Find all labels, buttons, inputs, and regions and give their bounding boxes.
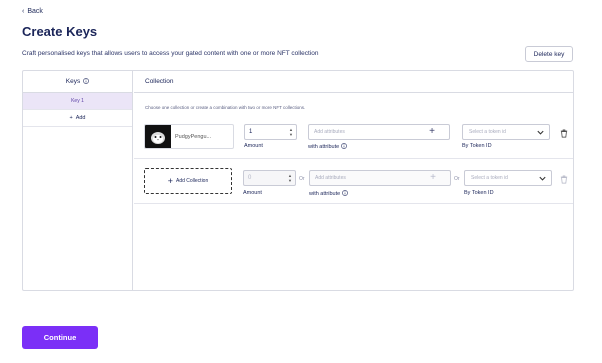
or-separator: Or (299, 176, 305, 182)
attributes-placeholder: Add attributes (314, 129, 345, 135)
amount-stepper[interactable]: ▲ ▼ (288, 173, 292, 183)
amount-stepper[interactable]: ▲ ▼ (289, 127, 293, 137)
attributes-input[interactable]: Add attributes + (309, 170, 451, 186)
or-separator: Or (454, 176, 460, 182)
token-id-select[interactable]: Select a token id (464, 170, 552, 186)
with-attribute-label: with attribute (308, 143, 348, 151)
key-item-1[interactable]: Key 1 (23, 93, 132, 110)
info-icon[interactable] (342, 190, 349, 198)
chevron-down-icon (538, 174, 547, 185)
page-subtitle: Craft personalised keys that allows user… (22, 50, 319, 57)
amount-input[interactable]: 0 ▲ ▼ (243, 170, 296, 186)
add-attribute-icon[interactable]: + (430, 172, 436, 184)
back-label: Back (27, 8, 43, 15)
keys-panel: Keys Key 1 + Add Collection Choose one c… (22, 70, 574, 291)
add-collection-button[interactable]: + Add Collection (144, 168, 232, 194)
with-attribute-text: with attribute (309, 191, 341, 197)
token-id-placeholder: Select a token id (469, 129, 506, 135)
info-icon[interactable] (83, 77, 90, 86)
delete-key-button[interactable]: Delete key (525, 46, 573, 62)
back-link[interactable]: ‹ Back (22, 8, 43, 15)
nft-collection-name: PudgyPengu... (175, 133, 212, 140)
plus-icon: + (167, 176, 173, 186)
token-id-select[interactable]: Select a token id (462, 124, 550, 140)
attributes-input[interactable]: Add attributes + (308, 124, 450, 140)
keys-heading: Keys (65, 78, 81, 85)
amount-input[interactable]: 1 ▲ ▼ (244, 124, 297, 140)
add-collection-label: Add Collection (176, 178, 209, 184)
amount-label: Amount (243, 190, 262, 196)
keys-column: Keys Key 1 + Add (23, 71, 133, 290)
with-attribute-text: with attribute (308, 144, 340, 150)
trash-icon[interactable] (560, 171, 568, 189)
chevron-down-icon (536, 128, 545, 139)
token-id-label: By Token ID (464, 190, 494, 196)
page-title: Create Keys (22, 24, 98, 39)
collection-hint: Choose one collection or create a combin… (145, 105, 306, 110)
add-key-button[interactable]: + Add (23, 110, 132, 127)
nft-thumbnail (145, 125, 171, 148)
chevron-left-icon: ‹ (22, 8, 25, 15)
add-attribute-icon[interactable]: + (429, 126, 435, 138)
amount-label: Amount (244, 143, 263, 149)
amount-value: 1 (249, 129, 253, 135)
collection-column: Collection Choose one collection or crea… (134, 71, 573, 290)
amount-value: 0 (248, 175, 252, 181)
attributes-placeholder: Add attributes (315, 175, 346, 181)
with-attribute-label: with attribute (309, 190, 349, 198)
token-id-label: By Token ID (462, 143, 492, 149)
collection-row: + Add Collection 0 ▲ ▼ Amount Or Add attr… (134, 160, 573, 204)
collection-row: PudgyPengu... 1 ▲ ▼ Amount Add attributes… (134, 117, 573, 159)
plus-icon: + (69, 115, 73, 121)
trash-icon[interactable] (560, 125, 568, 143)
add-key-label: Add (75, 115, 86, 121)
nft-collection-card[interactable]: PudgyPengu... (144, 124, 234, 149)
info-icon[interactable] (341, 143, 348, 151)
continue-button[interactable]: Continue (22, 326, 98, 349)
token-id-placeholder: Select a token id (471, 175, 508, 181)
collection-heading: Collection (134, 71, 573, 93)
keys-header: Keys (23, 71, 132, 93)
